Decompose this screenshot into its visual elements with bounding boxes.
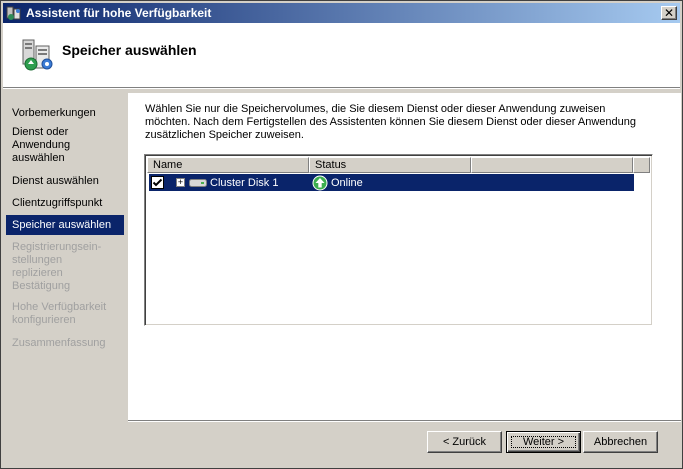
wizard-step-list: Vorbemerkungen Dienst oder Anwendung aus…: [3, 93, 124, 465]
wizard-window: Assistent für hohe Verfügbarkeit ✕ Speic…: [0, 0, 683, 469]
step-bestaetigung: Bestätigung: [12, 280, 71, 292]
wizard-header: Speicher auswählen: [3, 23, 680, 88]
list-item[interactable]: + Cluster Disk 1 Online: [149, 174, 634, 191]
column-name[interactable]: Name: [147, 157, 309, 173]
cancel-button-label: Abbrechen: [593, 436, 648, 448]
cluster-wizard-icon: [19, 37, 55, 73]
step-hohe-verfuegbarkeit: Hohe Verfügbarkeit konfigurieren: [12, 301, 107, 326]
column-status[interactable]: Status: [309, 157, 471, 173]
step-vorbemerkungen[interactable]: Vorbemerkungen: [6, 106, 124, 121]
header-divider: [3, 88, 680, 89]
disk-checkbox[interactable]: [151, 176, 164, 189]
list-header: Name Status: [147, 157, 650, 173]
focus-rectangle: [511, 436, 576, 448]
disk-status: Online: [331, 176, 363, 189]
cluster-app-icon: [6, 5, 22, 21]
step-dienst-oder-anwendung[interactable]: Dienst oder Anwendung auswählen: [6, 125, 106, 166]
close-button[interactable]: ✕: [661, 6, 677, 20]
title-bar[interactable]: Assistent für hohe Verfügbarkeit ✕: [3, 3, 680, 23]
page-title: Speicher auswählen: [62, 42, 197, 58]
column-filler: [633, 157, 650, 173]
instruction-text: Wählen Sie nur die Speichervolumes, die …: [145, 103, 637, 141]
back-button-label: < Zurück: [442, 436, 487, 448]
step-registrierung: Registrierungsein-stellungen replizieren: [12, 241, 102, 279]
disk-icon: [189, 177, 207, 189]
step-clientzugriffspunkt[interactable]: Clientzugriffspunkt: [6, 196, 124, 211]
cancel-button[interactable]: Abbrechen: [583, 431, 658, 453]
online-status-icon: [312, 175, 328, 191]
step-speicher-auswaehlen[interactable]: Speicher auswählen: [6, 215, 124, 235]
window-title: Assistent für hohe Verfügbarkeit: [26, 6, 212, 20]
footer-divider-highlight: [128, 421, 681, 422]
step-zusammenfassung: Zusammenfassung: [12, 337, 106, 349]
expand-toggle[interactable]: +: [176, 178, 185, 187]
column-empty[interactable]: [471, 157, 633, 173]
step-dienst-auswaehlen[interactable]: Dienst auswählen: [6, 174, 124, 189]
close-icon: ✕: [663, 6, 675, 20]
next-button[interactable]: Weiter >: [506, 431, 581, 453]
storage-list[interactable]: Name Status + Cluster Disk 1 Online: [144, 154, 653, 326]
disk-name: Cluster Disk 1: [210, 176, 279, 189]
back-button[interactable]: < Zurück: [427, 431, 502, 453]
